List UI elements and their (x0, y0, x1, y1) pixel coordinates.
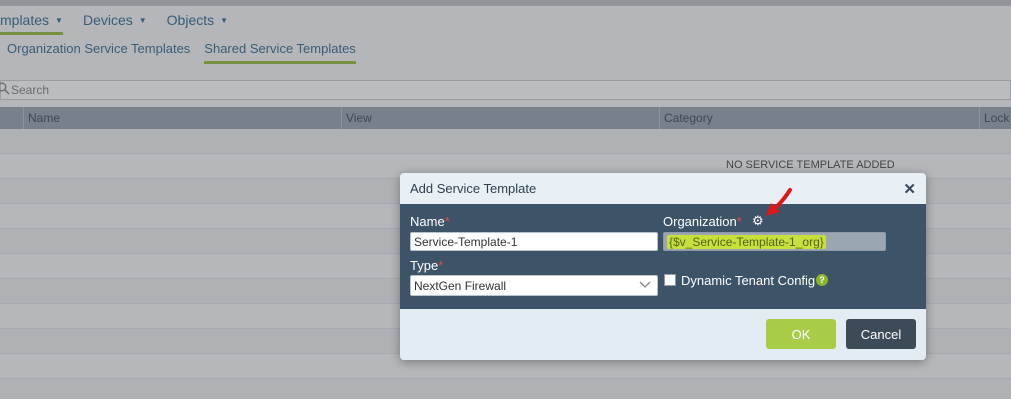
type-label-text: Type (410, 258, 439, 273)
dynamic-tenant-config-label: Dynamic Tenant Config (681, 273, 816, 288)
help-icon[interactable]: ? (816, 274, 828, 286)
required-marker: * (736, 214, 742, 229)
add-service-template-dialog: Add Service Template ✕ Name* Service-Tem… (400, 173, 926, 360)
type-select[interactable]: NextGen Firewall (410, 275, 658, 296)
organization-label: Organization* (663, 214, 742, 229)
organization-field[interactable]: {$v_Service-Template-1_org} (663, 232, 886, 251)
name-field[interactable]: Service-Template-1 (410, 232, 658, 251)
name-label-text: Name (410, 214, 445, 229)
dynamic-tenant-config-checkbox[interactable] (664, 274, 676, 286)
red-arrow-annotation-icon (766, 188, 792, 216)
close-icon[interactable]: ✕ (903, 180, 916, 198)
cancel-button[interactable]: Cancel (846, 319, 916, 349)
dialog-body: Name* Service-Template-1 Organization* ⚙… (400, 204, 926, 309)
required-marker: * (444, 214, 450, 229)
name-label: Name* (410, 214, 450, 229)
type-label: Type* (410, 258, 443, 273)
type-select-value: NextGen Firewall (414, 278, 507, 293)
required-marker: * (438, 258, 444, 273)
ok-button[interactable]: OK (766, 319, 836, 349)
dialog-footer: OK Cancel (400, 309, 926, 360)
dialog-header: Add Service Template ✕ (400, 173, 926, 204)
dialog-title: Add Service Template (410, 181, 537, 196)
organization-label-text: Organization (663, 214, 737, 229)
name-field-value: Service-Template-1 (414, 234, 518, 249)
chevron-down-icon (639, 278, 651, 293)
organization-field-value: {$v_Service-Template-1_org} (667, 234, 826, 249)
